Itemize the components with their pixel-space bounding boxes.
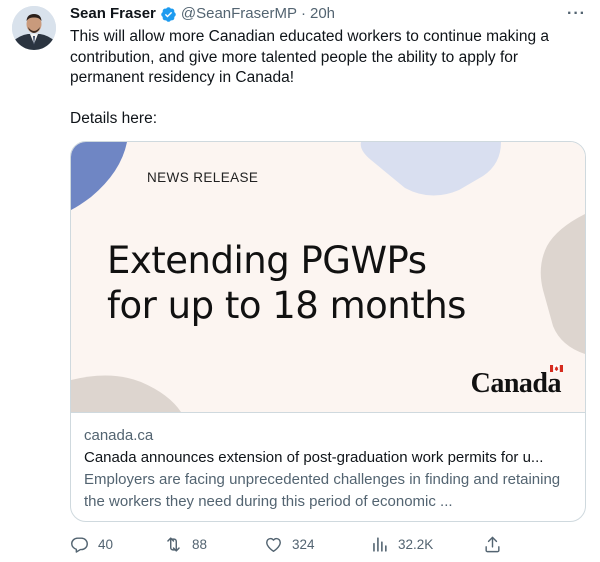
avatar-image	[12, 6, 56, 50]
tweet-text: This will allow more Canadian educated w…	[70, 27, 585, 129]
card-image[interactable]: NEWS RELEASE Extending PGWPs for up to 1…	[71, 142, 585, 412]
card-domain: canada.ca	[84, 427, 154, 444]
tweet-text-details: Details here:	[70, 109, 158, 127]
retweet-icon	[167, 536, 180, 552]
reply-icon	[71, 536, 88, 553]
views-button[interactable]: 32.2K	[370, 532, 433, 556]
headline-line-1: Extending PGWPs	[107, 239, 427, 282]
like-button[interactable]: 324	[264, 532, 315, 556]
timestamp[interactable]: 20h	[310, 4, 335, 24]
card-meta[interactable]: canada.ca Canada announces extension of …	[71, 412, 585, 513]
news-release-label: NEWS RELEASE	[147, 170, 259, 185]
share-icon	[485, 536, 500, 552]
retweet-count: 88	[192, 536, 208, 552]
like-count: 324	[292, 536, 315, 552]
card-title: Canada announces extension of post-gradu…	[84, 449, 544, 466]
views-icon	[373, 536, 387, 552]
separator: ·	[301, 5, 306, 22]
share-button[interactable]	[483, 532, 502, 556]
heart-icon	[266, 537, 281, 552]
canada-flag-icon	[550, 365, 563, 372]
tweet-text-body: This will allow more Canadian educated w…	[70, 28, 550, 86]
avatar[interactable]	[12, 6, 56, 50]
author-handle[interactable]: @SeanFraserMP	[181, 4, 297, 24]
card-description: Employers are facing unprecedented chall…	[84, 471, 561, 510]
author-name[interactable]: Sean Fraser	[70, 4, 156, 24]
verified-badge-icon	[161, 6, 176, 22]
headline-line-2: for up to 18 months	[107, 284, 466, 327]
tweet-actions: 40 88 324 32.2K	[70, 532, 510, 556]
tweet-header: Sean Fraser @SeanFraserMP · 20h ···	[70, 4, 586, 24]
views-count: 32.2K	[398, 536, 434, 552]
canada-wordmark-text: Canada	[470, 368, 562, 399]
canada-wordmark: Canada	[470, 365, 563, 400]
retweet-button[interactable]: 88	[164, 532, 207, 556]
reply-count: 40	[98, 536, 114, 552]
reply-button[interactable]: 40	[70, 532, 113, 556]
tweet[interactable]: Sean Fraser @SeanFraserMP · 20h ··· This…	[0, 0, 600, 562]
card-headline: Extending PGWPs for up to 18 months	[107, 238, 466, 328]
more-icon[interactable]: ···	[567, 4, 586, 24]
link-card[interactable]: NEWS RELEASE Extending PGWPs for up to 1…	[70, 141, 586, 522]
